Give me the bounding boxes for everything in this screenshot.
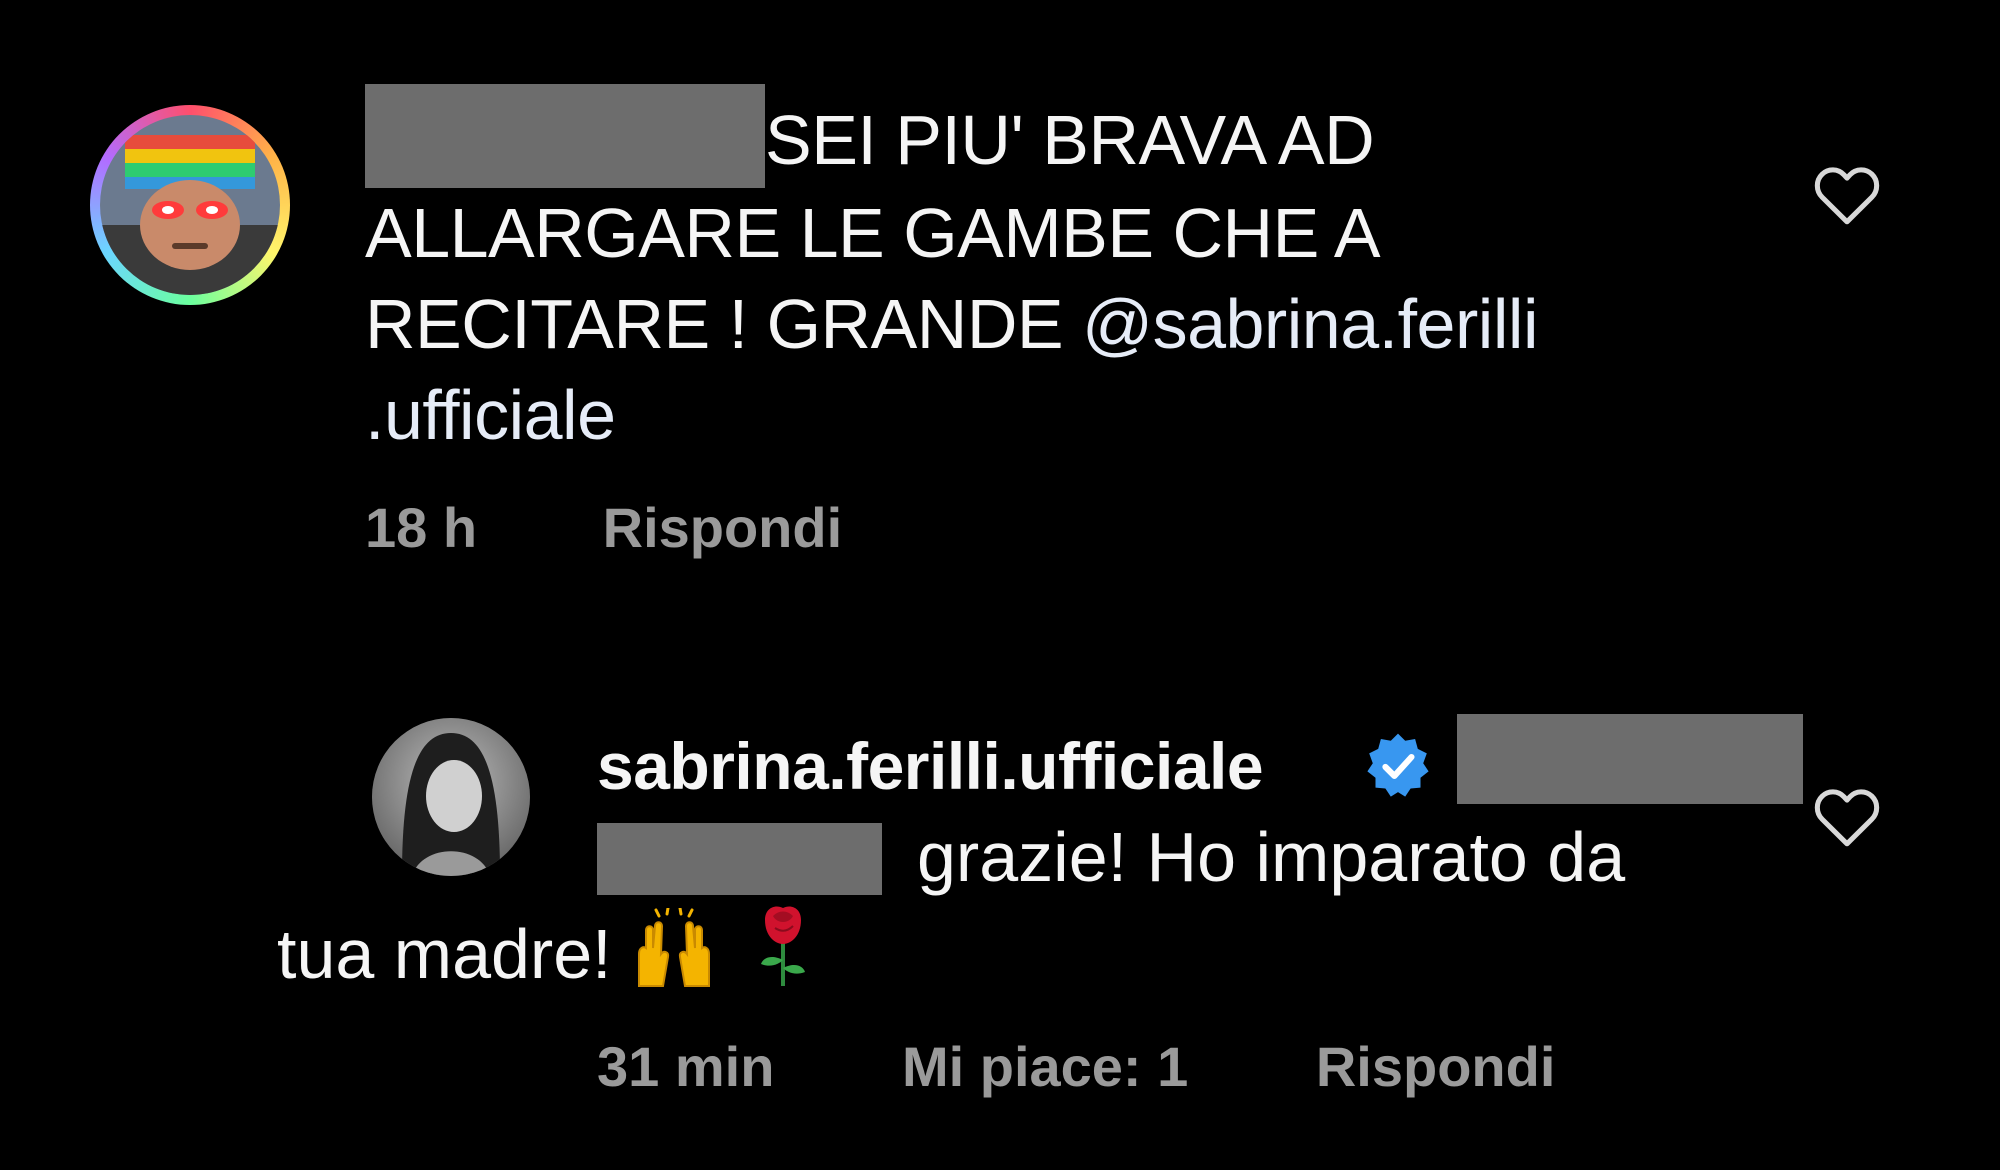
raising-hands-icon: [638, 908, 711, 987]
comment-text-line-2: ALLARGARE LE GAMBE CHE A: [365, 193, 1381, 272]
reply-button[interactable]: Rispondi: [1316, 1034, 1556, 1099]
reply-timestamp: 31 min: [597, 1035, 775, 1098]
reply-avatar[interactable]: [372, 718, 530, 876]
comment-meta: 18 h Rispondi: [365, 495, 842, 560]
rose-icon: [760, 906, 805, 986]
reply-username[interactable]: sabrina.ferilli.ufficiale: [597, 728, 1264, 804]
comment: SEI PIU' BRAVA AD ALLARGARE LE GAMBE CHE…: [0, 0, 2000, 600]
mention-link-suffix[interactable]: .ufficiale: [365, 376, 616, 454]
reply-meta: 31 min Mi piace: 1 Rispondi: [597, 1034, 1555, 1099]
comment-text-line-3: RECITARE ! GRANDE: [365, 284, 1083, 363]
verified-badge-icon: [1367, 733, 1429, 797]
redacted-username: [365, 83, 765, 188]
avatar-image: [372, 718, 530, 876]
comment-text: SEI PIU' BRAVA AD ALLARGARE LE GAMBE CHE…: [365, 83, 1665, 461]
avatar-image: [100, 115, 280, 295]
likes-count-link[interactable]: Mi piace: 1: [902, 1034, 1188, 1099]
commenter-avatar[interactable]: [90, 105, 290, 305]
redacted-mention: [1457, 714, 1803, 804]
redacted-mention: [597, 823, 882, 895]
like-heart-icon[interactable]: [1812, 164, 1882, 226]
comment-timestamp: 18 h: [365, 496, 478, 559]
reply-text-line-1: grazie! Ho imparato da: [917, 818, 1626, 896]
mention-link[interactable]: @sabrina.ferilli: [1082, 285, 1539, 363]
reply-button[interactable]: Rispondi: [603, 496, 843, 559]
like-heart-icon[interactable]: [1812, 786, 1882, 848]
comment-text-line-1: SEI PIU' BRAVA AD: [765, 101, 1375, 179]
reply-text-line-2: tua madre!: [277, 915, 612, 993]
reply-text: grazie! Ho imparato da tua madre!: [277, 812, 1797, 999]
